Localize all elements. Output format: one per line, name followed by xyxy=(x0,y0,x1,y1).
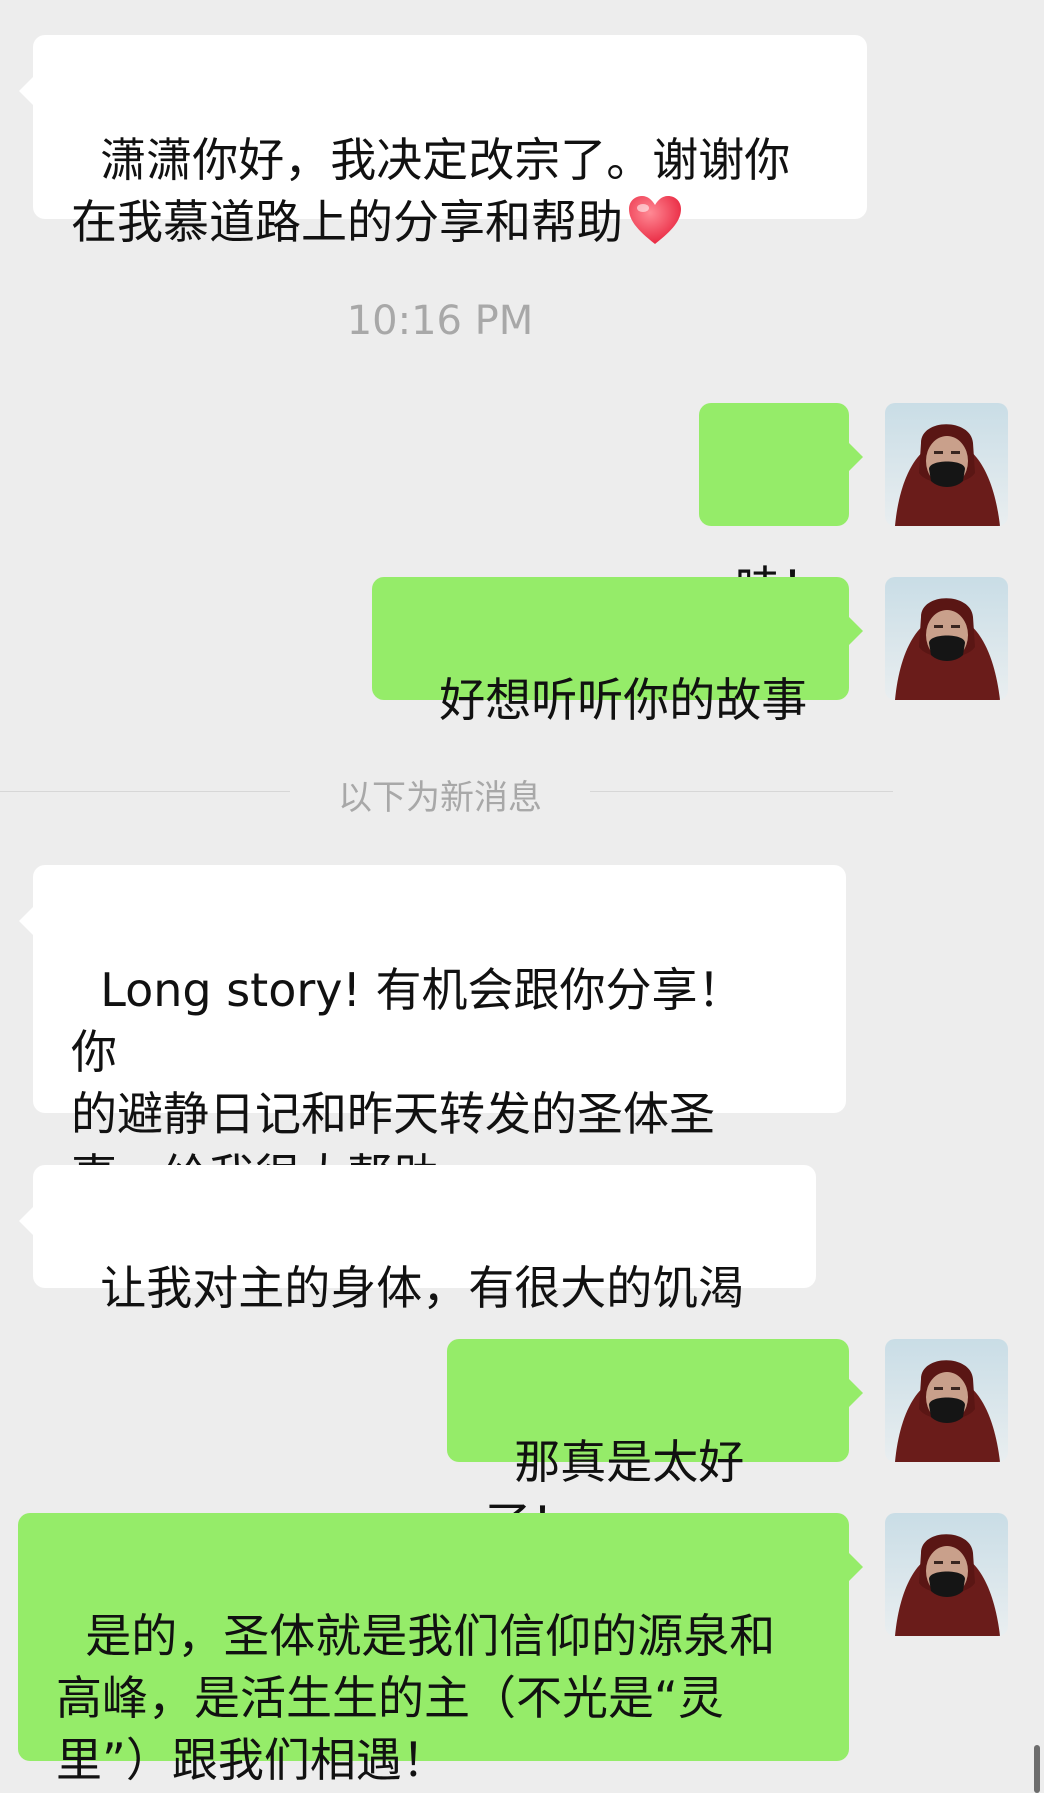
avatar-icon xyxy=(885,403,1008,526)
user-avatar[interactable] xyxy=(885,403,1008,526)
incoming-message[interactable]: 潇潇你好，我决定改宗了。谢谢你 在我慕道路上的分享和帮助 xyxy=(19,35,867,249)
divider-line xyxy=(0,791,290,792)
incoming-message[interactable]: Long story! 有机会跟你分享！ 你 的避静日记和昨天转发的圣体圣 事，… xyxy=(19,865,846,1203)
avatar-icon xyxy=(885,1339,1008,1462)
divider-line xyxy=(590,791,893,792)
incoming-message[interactable]: 让我对主的身体，有很大的饥渴 xyxy=(19,1165,816,1315)
message-text: 是的，圣体就是我们信仰的源泉和 高峰，是活生生的主（不光是“灵 里”）跟我们相遇… xyxy=(56,1609,776,1787)
outgoing-message[interactable]: 是的，圣体就是我们信仰的源泉和 高峰，是活生生的主（不光是“灵 里”）跟我们相遇… xyxy=(18,1513,863,1787)
user-avatar[interactable] xyxy=(885,1513,1008,1636)
message-text: 好想听听你的故事 xyxy=(439,673,808,727)
scrollbar[interactable] xyxy=(1034,1745,1040,1793)
user-avatar[interactable] xyxy=(885,1339,1008,1462)
avatar-icon xyxy=(885,1513,1008,1636)
user-avatar[interactable] xyxy=(885,577,1008,700)
outgoing-message[interactable]: 哇！ xyxy=(699,403,863,615)
outgoing-message[interactable]: 好想听听你的故事 xyxy=(372,577,863,727)
new-messages-divider: 以下为新消息 xyxy=(338,778,542,818)
heart-emoji-icon xyxy=(627,194,683,246)
avatar-icon xyxy=(885,577,1008,700)
message-timestamp: 10:16 PM xyxy=(346,298,534,344)
outgoing-message[interactable]: 那真是太好了！ xyxy=(447,1339,863,1551)
message-text: 让我对主的身体，有很大的饥渴 xyxy=(100,1261,745,1315)
